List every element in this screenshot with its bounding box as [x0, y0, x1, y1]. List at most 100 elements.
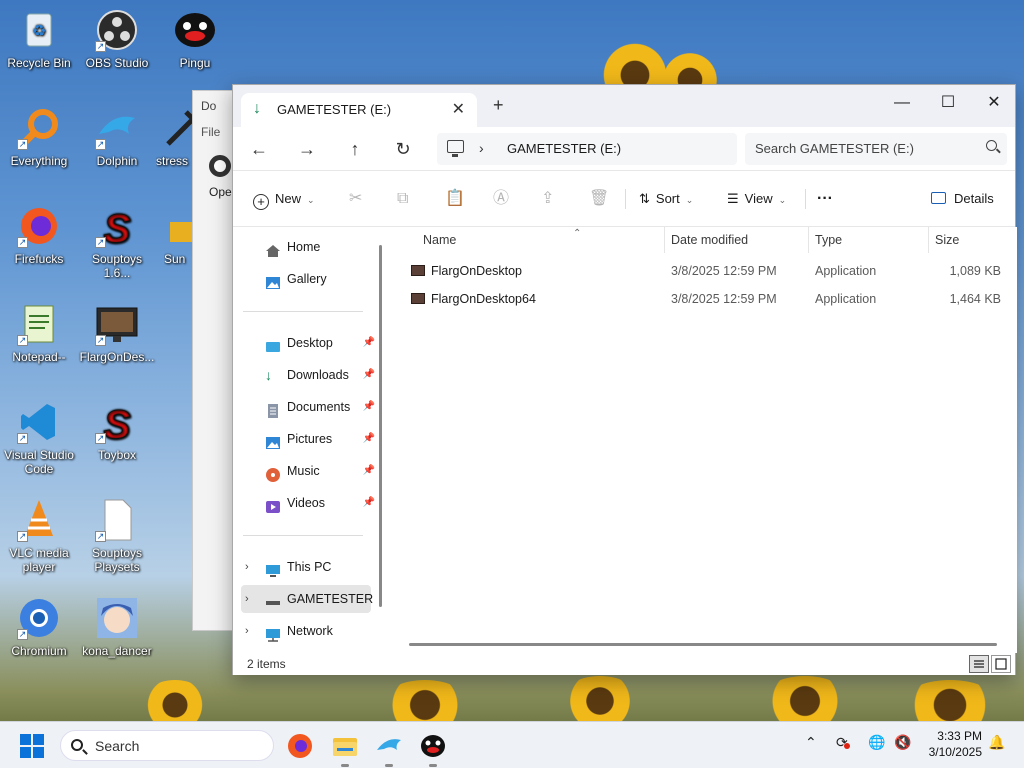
details-pane-icon — [931, 192, 946, 204]
horizontal-scrollbar[interactable] — [409, 643, 997, 646]
nav-item-network[interactable]: › Network — [241, 617, 371, 645]
chevron-right-icon[interactable]: › — [245, 585, 249, 613]
clock[interactable]: 3:33 PM 3/10/2025 — [918, 728, 982, 760]
background-window-open-label[interactable]: Ope — [209, 185, 232, 199]
forward-button[interactable]: → — [293, 135, 321, 163]
desktop-icon-label: Sun — [164, 252, 186, 266]
desktop-icon-stress[interactable]: stress — [156, 106, 192, 168]
cut-button[interactable]: ✂ — [349, 185, 362, 213]
address-bar[interactable]: › GAMETESTER (E:) — [437, 133, 737, 165]
taskbar-firefox[interactable] — [286, 732, 314, 760]
view-button[interactable]: ☰ View ⌄ — [727, 185, 786, 213]
chevron-right-icon[interactable]: › — [479, 140, 484, 156]
anime-icon — [95, 596, 139, 640]
view-icon: ☰ — [727, 191, 739, 206]
share-button[interactable]: ⇪ — [541, 185, 554, 213]
desktop-icon-chromium[interactable]: ↗ Chromium — [0, 596, 78, 658]
close-window-button[interactable]: ✕ — [971, 89, 1017, 117]
column-header-type[interactable]: Type — [815, 227, 925, 253]
file-row[interactable]: FlargOnDesktop64 3/8/2025 12:59 PM Appli… — [405, 285, 1005, 313]
update-icon[interactable]: ⟳ — [836, 734, 850, 751]
delete-button[interactable]: 🗑 — [589, 185, 609, 213]
column-divider[interactable] — [808, 227, 809, 253]
copy-button[interactable]: ⧉ — [397, 185, 408, 213]
details-view-button[interactable] — [969, 655, 989, 673]
taskbar-pingu[interactable] — [419, 732, 447, 767]
nav-label: GAMETESTER (E:) — [287, 592, 373, 606]
nav-item-documents[interactable]: Documents 📌 — [241, 393, 375, 421]
desktop-icon-kona-dancer[interactable]: kona_dancer — [78, 596, 156, 658]
nav-item-this-pc[interactable]: › This PC — [241, 553, 371, 581]
tiles-view-button[interactable] — [991, 655, 1011, 673]
new-tab-button[interactable]: + — [493, 95, 504, 116]
refresh-button[interactable]: ↻ — [389, 135, 417, 163]
nav-item-downloads[interactable]: ↓ Downloads 📌 — [241, 361, 375, 389]
sort-button[interactable]: ⇅ Sort ⌄ — [639, 185, 693, 213]
nav-item-videos[interactable]: Videos 📌 — [241, 489, 375, 517]
pin-icon: 📌 — [362, 401, 375, 412]
chevron-up-icon[interactable]: ⌃ — [805, 734, 817, 751]
desktop-icon-flarg[interactable]: ↗ FlargOnDes... — [78, 302, 156, 364]
file-row[interactable]: FlargOnDesktop 3/8/2025 12:59 PM Applica… — [405, 257, 1005, 285]
desktop-icon-notepad[interactable]: ↗ Notepad-- — [0, 302, 78, 364]
chevron-right-icon[interactable]: › — [245, 617, 249, 645]
start-button[interactable] — [20, 734, 44, 758]
desktop-icon-sun[interactable]: Sun — [164, 204, 192, 266]
column-divider[interactable] — [928, 227, 929, 253]
pin-icon: 📌 — [362, 497, 375, 508]
notification-bell-icon[interactable]: 🔔 — [988, 734, 1005, 751]
back-button[interactable]: ← — [245, 135, 273, 163]
desktop-icon-firefox[interactable]: ↗ Firefucks — [0, 204, 78, 266]
globe-icon[interactable]: 🌐 — [868, 734, 885, 751]
column-header-size[interactable]: Size — [935, 227, 1005, 253]
nav-scrollbar[interactable] — [379, 245, 382, 607]
up-button[interactable]: ↑ — [341, 135, 369, 163]
volume-muted-icon[interactable]: 🔇 — [894, 734, 911, 751]
maximize-button[interactable]: ☐ — [925, 89, 971, 117]
desktop-icon-souptoys-playsets[interactable]: ↗ Souptoys Playsets — [78, 498, 156, 574]
clock-date: 3/10/2025 — [928, 745, 982, 759]
new-button[interactable]: + New ⌄ — [253, 185, 315, 213]
taskbar-file-explorer[interactable] — [331, 732, 359, 767]
title-bar[interactable]: ↓ GAMETESTER (E:) ✕ + — ☐ ✕ — [233, 85, 1015, 127]
nav-item-home[interactable]: Home — [241, 233, 371, 261]
nav-item-gallery[interactable]: Gallery — [241, 265, 371, 293]
column-divider[interactable] — [664, 227, 665, 253]
background-window-file-menu[interactable]: File — [201, 125, 220, 139]
desktop-icon-label: Souptoys Playsets — [91, 546, 143, 574]
nav-item-desktop[interactable]: Desktop 📌 — [241, 329, 375, 357]
desktop-icon-vlc[interactable]: ↗ VLC media player — [0, 498, 78, 574]
close-tab-icon[interactable]: ✕ — [452, 99, 465, 119]
desktop-icon-pingu[interactable]: Pingu — [156, 8, 234, 70]
network-icon — [265, 624, 281, 642]
desktop-icon-recycle-bin[interactable]: ♻ Recycle Bin — [0, 8, 78, 70]
desktop-icon-souptoys[interactable]: S ↗ Souptoys 1.6... — [78, 204, 156, 281]
desktop-icon-obs[interactable]: ↗ OBS Studio — [78, 8, 156, 70]
taskbar-search[interactable]: Search — [60, 730, 274, 761]
rename-button[interactable]: Ⓐ — [493, 185, 509, 213]
background-window-title: Do — [201, 99, 217, 113]
explorer-tab[interactable]: ↓ GAMETESTER (E:) ✕ — [241, 93, 477, 127]
desktop-icon-vscode[interactable]: ↗ Visual Studio Code — [0, 400, 78, 476]
details-pane-button[interactable]: Details — [931, 185, 994, 213]
desktop-icon-toybox[interactable]: S ↗ Toybox — [78, 400, 156, 462]
nav-item-gametester[interactable]: › GAMETESTER (E:) — [241, 585, 373, 613]
nav-item-pictures[interactable]: Pictures 📌 — [241, 425, 375, 453]
taskbar-dolphin[interactable] — [375, 732, 403, 767]
search-input[interactable]: Search GAMETESTER (E:) — [745, 133, 1007, 165]
taskbar-search-label: Search — [95, 738, 140, 754]
desktop-icon-dolphin[interactable]: ↗ Dolphin — [78, 106, 156, 168]
shortcut-arrow-icon: ↗ — [17, 433, 28, 444]
desktop-icon-everything[interactable]: ↗ Everything — [0, 106, 78, 168]
column-header-date[interactable]: Date modified — [671, 227, 801, 253]
address-path[interactable]: GAMETESTER (E:) — [507, 141, 621, 156]
minimize-button[interactable]: — — [879, 89, 925, 117]
paste-button[interactable]: 📋 — [445, 185, 465, 213]
chevron-right-icon[interactable]: › — [245, 553, 249, 581]
downloads-icon: ↓ — [265, 367, 272, 383]
desktop-icon-label: Toybox — [97, 448, 137, 462]
nav-item-music[interactable]: Music 📌 — [241, 457, 375, 485]
column-header-name[interactable]: Name ⌃ — [423, 227, 663, 253]
shortcut-arrow-icon: ↗ — [17, 531, 28, 542]
more-options-button[interactable]: ··· — [817, 185, 833, 213]
